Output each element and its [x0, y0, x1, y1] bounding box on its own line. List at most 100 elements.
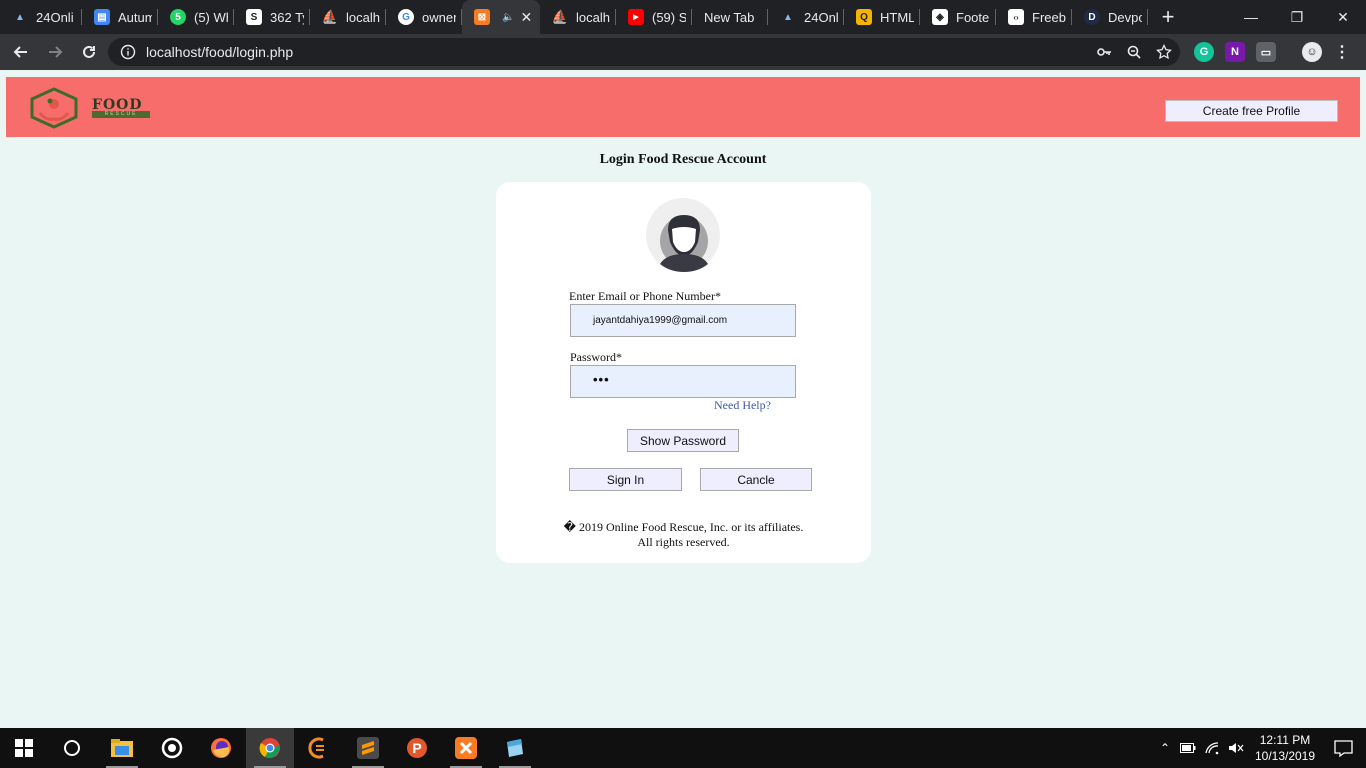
grammarly-extension-icon[interactable]: G — [1194, 42, 1214, 62]
copyright-line: � 2019 Online Food Rescue, Inc. or its a… — [563, 520, 804, 534]
tab-title: (59) Sa — [652, 9, 686, 25]
browser-tab[interactable]: ▶ (59) Sa — [616, 0, 692, 34]
browser-tab[interactable]: ⛵ localhc — [310, 0, 386, 34]
tab-close-icon[interactable]: ✕ — [520, 9, 532, 26]
food-rescue-logo-icon[interactable] — [26, 87, 82, 129]
back-button[interactable] — [5, 36, 37, 68]
browser-tab-strip: ▲ 24Onli ▤ Autum 5 (5) Wh S 362 Ty ⛵ loc… — [0, 0, 1366, 34]
need-help-link[interactable]: Need Help? — [714, 398, 771, 413]
browser-tab[interactable]: ▲ 24Onli — [768, 0, 844, 34]
taskbar-xampp[interactable] — [442, 728, 490, 768]
chevron-up-icon[interactable]: ⌃ — [1160, 741, 1170, 755]
tab-favicon-icon: 5 — [170, 9, 186, 25]
onenote-extension-icon[interactable]: N — [1225, 42, 1245, 62]
folder-icon — [111, 739, 133, 757]
notes-app-icon — [507, 739, 523, 757]
sublime-text-icon — [357, 737, 379, 759]
reload-button[interactable] — [73, 36, 105, 68]
tab-favicon-icon: ⛵ — [321, 9, 339, 24]
clock-date: 10/13/2019 — [1254, 749, 1316, 763]
speaker-muted-icon[interactable] — [1228, 741, 1244, 755]
key-icon[interactable] — [1096, 44, 1112, 60]
tab-favicon-icon: Q — [856, 9, 872, 25]
cast-extension-icon[interactable]: ▭ — [1256, 42, 1276, 62]
tab-title: HTML — [880, 9, 914, 25]
browser-tab[interactable]: 5 (5) Wh — [158, 0, 234, 34]
wifi-icon[interactable] — [1204, 741, 1220, 755]
arrow-right-icon — [49, 46, 63, 58]
p-app-icon: P — [407, 738, 427, 758]
tab-favicon-icon: ⛵ — [551, 9, 569, 24]
star-icon[interactable] — [1156, 44, 1172, 60]
taskbar-chrome[interactable] — [246, 728, 294, 768]
page-viewport: FOOD RESCUE Create free Profile Login Fo… — [0, 70, 1366, 728]
zoom-icon[interactable] — [1126, 44, 1142, 60]
tab-favicon-icon: ‹› — [1008, 9, 1024, 25]
email-field[interactable]: jayantdahiya1999@gmail.com — [570, 304, 796, 337]
tab-title: localhc — [576, 9, 610, 25]
browser-tab[interactable]: New Tab — [692, 0, 768, 34]
browser-tab[interactable]: ▤ Autum — [82, 0, 158, 34]
battery-icon[interactable] — [1180, 742, 1196, 754]
new-tab-button[interactable]: + — [1148, 0, 1188, 34]
chrome-icon — [259, 738, 280, 758]
tab-favicon-icon: ▲ — [783, 11, 793, 23]
close-window-button[interactable]: ✕ — [1320, 0, 1366, 34]
browser-tab[interactable]: D Devpo — [1072, 0, 1148, 34]
xampp-favicon-icon: ⊠ — [474, 9, 490, 25]
browser-tab[interactable]: ◈ Footer — [920, 0, 996, 34]
tab-title: Devpo — [1108, 9, 1142, 25]
taskbar-sublime[interactable] — [344, 728, 392, 768]
tab-title: Freebi — [1032, 9, 1066, 25]
cancel-button[interactable]: Cancle — [700, 468, 812, 491]
browser-tab[interactable]: ▲ 24Onli — [0, 0, 82, 34]
maximize-button[interactable]: ❐ — [1274, 0, 1320, 34]
tab-audio-icon[interactable]: 🔈 — [502, 12, 514, 23]
info-icon[interactable] — [120, 44, 136, 60]
address-bar[interactable]: localhost/food/login.php — [108, 38, 1180, 66]
browser-toolbar: localhost/food/login.php G N ▭ ☺ ⋮ — [0, 34, 1366, 70]
browser-tab[interactable]: G owner — [386, 0, 462, 34]
browser-tab[interactable]: S 362 Ty — [234, 0, 310, 34]
create-profile-button[interactable]: Create free Profile — [1165, 100, 1338, 122]
notification-center-icon[interactable] — [1320, 728, 1366, 768]
forward-button[interactable] — [39, 36, 71, 68]
minimize-button[interactable]: — — [1228, 0, 1274, 34]
taskbar-app[interactable] — [148, 728, 196, 768]
show-password-button[interactable]: Show Password — [627, 429, 739, 452]
arrow-left-icon — [13, 46, 27, 58]
start-button[interactable] — [0, 728, 48, 768]
taskbar-eclipse[interactable] — [295, 728, 343, 768]
taskbar-firefox[interactable] — [197, 728, 245, 768]
windows-taskbar: P ⌃ 12:11 PM 10/13/2019 — [0, 728, 1366, 768]
user-avatar-icon — [646, 198, 720, 272]
menu-dots-icon[interactable]: ⋮ — [1332, 42, 1352, 62]
tab-title: owner — [422, 9, 456, 25]
tab-favicon-icon: ◈ — [932, 9, 948, 25]
clock[interactable]: 12:11 PM 10/13/2019 — [1250, 732, 1320, 764]
url-text: localhost/food/login.php — [146, 44, 294, 60]
cortana-circle-icon — [64, 740, 80, 756]
browser-tab[interactable]: Q HTML — [844, 0, 920, 34]
tab-favicon-icon: G — [398, 9, 414, 25]
taskbar-notes[interactable] — [491, 728, 539, 768]
browser-tab[interactable]: ⛵ localhc — [540, 0, 616, 34]
profile-avatar[interactable]: ☺ — [1302, 42, 1322, 62]
tab-title: 24Onli — [804, 9, 838, 25]
taskbar-file-explorer[interactable] — [98, 728, 146, 768]
eclipse-icon — [308, 737, 324, 759]
browser-tab[interactable]: ‹› Freebi — [996, 0, 1072, 34]
browser-tab-active[interactable]: ⊠ 🔈 ✕ — [462, 0, 540, 34]
sign-in-button[interactable]: Sign In — [569, 468, 682, 491]
tab-title: localhc — [346, 9, 380, 25]
reload-icon — [83, 45, 95, 58]
window-controls: — ❐ ✕ — [1228, 0, 1366, 34]
login-card: Enter Email or Phone Number* jayantdahiy… — [496, 182, 871, 563]
tab-title: Footer — [956, 9, 990, 25]
search-button[interactable] — [48, 728, 96, 768]
tab-title: 362 Ty — [270, 9, 304, 25]
tab-title: 24Onli — [36, 9, 74, 25]
password-field[interactable]: ••• — [570, 365, 796, 398]
brand-subtitle: RESCUE — [92, 111, 150, 118]
taskbar-postman[interactable]: P — [393, 728, 441, 768]
